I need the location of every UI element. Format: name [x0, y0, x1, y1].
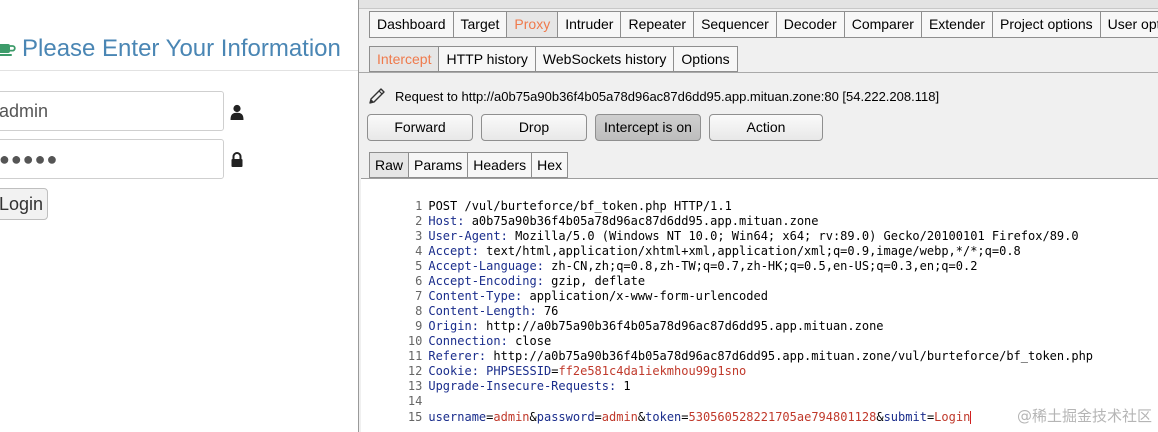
- tab-dashboard[interactable]: Dashboard: [369, 11, 454, 38]
- message-view-tab-bar: Raw Params Headers Hex: [369, 152, 569, 178]
- drop-button[interactable]: Drop: [481, 114, 587, 141]
- header-line: 4 Accept: text/html,application/xhtml+xml…: [361, 229, 1021, 258]
- user-icon: [230, 104, 244, 120]
- page-title: Please Enter Your Information: [22, 35, 341, 62]
- tab-repeater[interactable]: Repeater: [620, 11, 695, 38]
- main-tab-bar: Dashboard Target Proxy Intruder Repeater…: [369, 11, 1158, 38]
- blank-line: 14: [361, 379, 428, 408]
- param-value: admin: [493, 410, 530, 424]
- tab-user-options[interactable]: User options: [1099, 11, 1158, 38]
- tab-websockets-history[interactable]: WebSockets history: [534, 46, 675, 72]
- intercept-toggle-button[interactable]: Intercept is on: [595, 114, 701, 141]
- tab-intercept[interactable]: Intercept: [369, 46, 440, 72]
- tab-project-options[interactable]: Project options: [992, 11, 1101, 38]
- login-header: Please Enter Your Information: [0, 30, 341, 68]
- tab-target[interactable]: Target: [452, 11, 508, 38]
- tab-proxy[interactable]: Proxy: [506, 11, 559, 38]
- login-page: Please Enter Your Information Login: [0, 0, 358, 432]
- tab-raw[interactable]: Raw: [369, 152, 410, 178]
- header-line: 8 Content-Length: 76: [361, 289, 558, 318]
- header-line: 2 Host: a0b75a90b36f4b05a78d96ac87d6dd95.…: [361, 199, 818, 228]
- pencil-icon[interactable]: [367, 86, 387, 106]
- tab-http-history[interactable]: HTTP history: [438, 46, 536, 72]
- param-name: username: [428, 410, 487, 424]
- request-target-text: Request to http://a0b75a90b36f4b05a78d96…: [395, 88, 940, 104]
- burp-suite-window: Dashboard Target Proxy Intruder Repeater…: [358, 0, 1158, 432]
- request-editor[interactable]: 1 POST /vul/burteforce/bf_token.php HTTP/…: [361, 178, 1158, 432]
- request-line: 1 POST /vul/burteforce/bf_token.php HTTP/…: [361, 184, 732, 213]
- window-top-bar: [359, 0, 1158, 9]
- password-input[interactable]: [0, 139, 224, 179]
- intercept-button-row: Forward Drop Intercept is on Action: [367, 114, 831, 141]
- param-value: Login: [934, 410, 971, 424]
- header-line: 10 Connection: close: [361, 319, 551, 348]
- header-line: 7 Content-Type: application/x-www-form-ur…: [361, 274, 768, 303]
- header-value: application/x-www-form-urlencoded: [522, 289, 768, 303]
- tab-headers[interactable]: Headers: [467, 152, 533, 178]
- param-name: password: [536, 410, 595, 424]
- username-input[interactable]: [0, 91, 224, 131]
- coffee-cup-icon: [0, 44, 16, 56]
- header-line: 6 Accept-Encoding: gzip, deflate: [361, 259, 645, 288]
- tab-hex[interactable]: Hex: [531, 152, 569, 178]
- header-line: 3 User-Agent: Mozilla/5.0 (Windows NT 10.…: [361, 214, 1078, 243]
- tab-params[interactable]: Params: [408, 152, 469, 178]
- param-name: token: [645, 410, 682, 424]
- divider: [359, 72, 1158, 73]
- header-name: Upgrade-Insecure-Requests:: [428, 379, 617, 393]
- header-line: 13 Upgrade-Insecure-Requests: 1: [361, 364, 631, 393]
- tab-sequencer[interactable]: Sequencer: [693, 11, 777, 38]
- param-name: submit: [883, 410, 927, 424]
- action-button[interactable]: Action: [709, 114, 823, 141]
- tab-intruder[interactable]: Intruder: [557, 11, 622, 38]
- tab-decoder[interactable]: Decoder: [775, 11, 845, 38]
- header-value: 1: [616, 379, 631, 393]
- param-value: admin: [601, 410, 638, 424]
- param-value: 530560528221705ae794801128: [688, 410, 877, 424]
- header-line: 11 Referer: http://a0b75a90b36f4b05a78d96…: [361, 334, 1093, 363]
- tab-comparer[interactable]: Comparer: [843, 11, 922, 38]
- proxy-sub-tab-bar: Intercept HTTP history WebSockets histor…: [369, 46, 738, 72]
- login-button[interactable]: Login: [0, 188, 48, 220]
- forward-button[interactable]: Forward: [367, 114, 473, 141]
- header-line: 5 Accept-Language: zh-CN,zh;q=0.8,zh-TW;q…: [361, 244, 977, 273]
- header-line: 9 Origin: http://a0b75a90b36f4b05a78d96ac…: [361, 304, 883, 333]
- tab-extender[interactable]: Extender: [920, 11, 993, 38]
- request-info-row: Request to http://a0b75a90b36f4b05a78d96…: [367, 86, 939, 106]
- divider: [0, 70, 358, 71]
- line-number: 15: [407, 410, 423, 424]
- header-line: 12 Cookie: PHPSESSID=ff2e581c4da1iekmhou9…: [361, 349, 746, 378]
- watermark-text: @稀土掘金技术社区: [1016, 407, 1152, 425]
- tab-options[interactable]: Options: [673, 46, 738, 72]
- lock-icon: [231, 152, 243, 167]
- text-caret: [970, 411, 972, 424]
- request-body-line: 15 username=admin&password=admin&token=53…: [361, 395, 972, 424]
